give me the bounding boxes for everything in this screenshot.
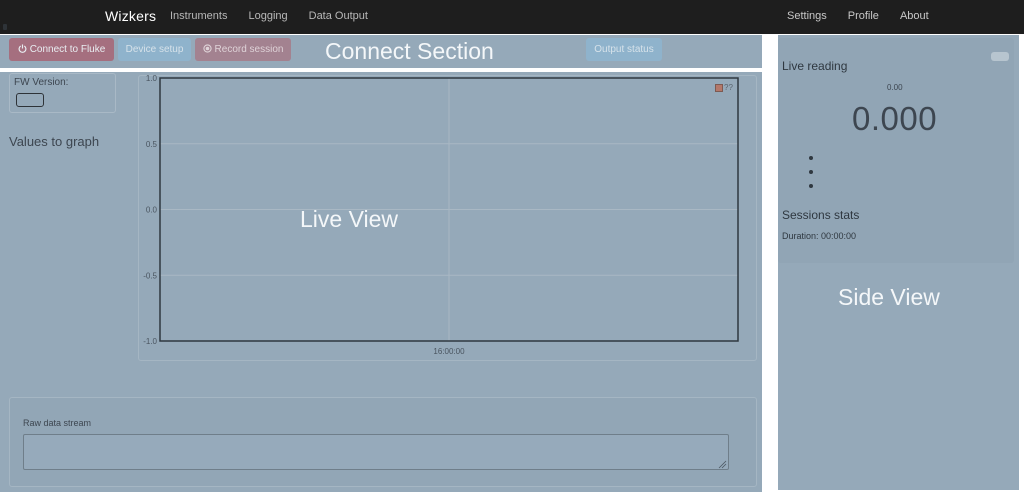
nav-link-settings[interactable]: Settings <box>787 10 827 22</box>
list-bullet <box>809 184 813 188</box>
resize-grip-icon[interactable] <box>718 460 727 469</box>
raw-data-label: Raw data stream <box>23 418 92 428</box>
list-bullet <box>809 170 813 174</box>
legend-label: ?? <box>724 83 733 92</box>
brand-logo[interactable]: Wizkers <box>105 8 156 24</box>
y-tick-label: 0.5 <box>146 140 158 149</box>
y-tick-label: 1.0 <box>146 74 158 83</box>
nav-link-about[interactable]: About <box>900 10 929 22</box>
values-to-graph-label: Values to graph <box>9 134 100 149</box>
big-reading-value: 0.000 <box>852 100 938 137</box>
device-setup-label: Device setup <box>125 44 184 55</box>
session-duration: Duration: 00:00:00 <box>782 231 857 241</box>
raw-data-textarea[interactable] <box>23 434 729 470</box>
record-session-label: Record session <box>214 44 284 55</box>
side-toggle-button[interactable] <box>991 52 1009 61</box>
nav-right-links: Settings Profile About <box>787 10 950 22</box>
output-status-button[interactable]: Output status <box>586 38 662 61</box>
x-tick-label: 16:00:00 <box>433 347 465 356</box>
connect-button-label: Connect to Fluke <box>29 44 106 55</box>
live-view-label: Live View <box>300 206 399 232</box>
nav-left-links: Instruments Logging Data Output <box>170 10 389 22</box>
connect-section-label: Connect Section <box>325 38 494 64</box>
nav-link-profile[interactable]: Profile <box>848 10 879 22</box>
side-view-label: Side View <box>838 284 940 310</box>
top-navbar: Wizkers Instruments Logging Data Output … <box>0 0 1024 34</box>
live-reading-title: Live reading <box>782 59 848 73</box>
nav-link-data-output[interactable]: Data Output <box>309 10 368 22</box>
live-chart: 1.0 0.5 0.0 -0.5 -1.0 16:00:00 <box>143 74 739 356</box>
output-status-label: Output status <box>594 44 654 55</box>
nav-link-logging[interactable]: Logging <box>248 10 287 22</box>
fw-version-label: FW Version: <box>14 77 69 88</box>
connect-button[interactable]: Connect to Fluke <box>9 38 114 61</box>
battery-icon <box>16 93 44 107</box>
device-setup-button[interactable]: Device setup <box>118 38 191 61</box>
legend-swatch[interactable] <box>715 84 723 92</box>
record-icon <box>202 44 212 53</box>
list-bullet <box>809 156 813 160</box>
y-tick-label: 0.0 <box>146 206 158 215</box>
y-tick-label: -1.0 <box>143 337 157 346</box>
small-reading-value: 0.00 <box>887 83 903 92</box>
nav-link-instruments[interactable]: Instruments <box>170 10 227 22</box>
y-tick-label: -0.5 <box>143 271 157 280</box>
sessions-stats-title: Sessions stats <box>782 208 860 222</box>
power-icon <box>18 44 27 53</box>
record-session-button[interactable]: Record session <box>195 38 291 61</box>
battery-tip <box>3 24 7 30</box>
